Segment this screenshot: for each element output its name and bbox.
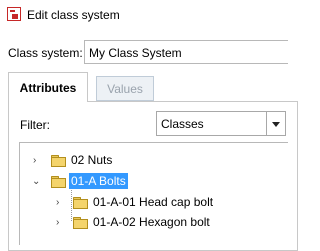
filter-selected-value: Classes [161,117,204,131]
filter-dropdown-button[interactable] [266,112,285,135]
folder-icon [51,176,66,188]
collapse-arrow-icon[interactable]: ⌄ [32,177,40,187]
expand-arrow-icon[interactable]: › [56,218,59,228]
tree-node-01-a-bolts[interactable]: 01-A Bolts [69,173,128,189]
title-bar: Edit class system [0,0,288,30]
tree-node-01-a-01[interactable]: 01-A-01 Head cap bolt [93,195,213,209]
filter-dropdown[interactable]: Classes [156,111,286,136]
chevron-down-icon [272,122,280,127]
class-system-input[interactable]: My Class System [84,40,288,64]
expand-arrow-icon[interactable]: › [56,198,59,208]
tree-guide-line [71,187,72,221]
folder-icon [73,197,88,209]
filter-label: Filter: [20,118,50,132]
class-system-app-icon [7,7,21,21]
tab-attributes[interactable]: Attributes [8,72,88,102]
window-title: Edit class system [27,8,120,22]
class-tree[interactable]: › 02 Nuts ⌄ 01-A Bolts › 01-A-01 Head ca… [19,142,288,245]
tab-values[interactable]: Values [96,76,154,101]
folder-icon [73,217,88,229]
tree-node-02-nuts[interactable]: 02 Nuts [71,153,112,167]
folder-icon [51,155,66,167]
expand-arrow-icon[interactable]: › [33,156,36,166]
class-system-label: Class system: [8,46,83,60]
tree-node-01-a-02[interactable]: 01-A-02 Hexagon bolt [93,215,210,229]
